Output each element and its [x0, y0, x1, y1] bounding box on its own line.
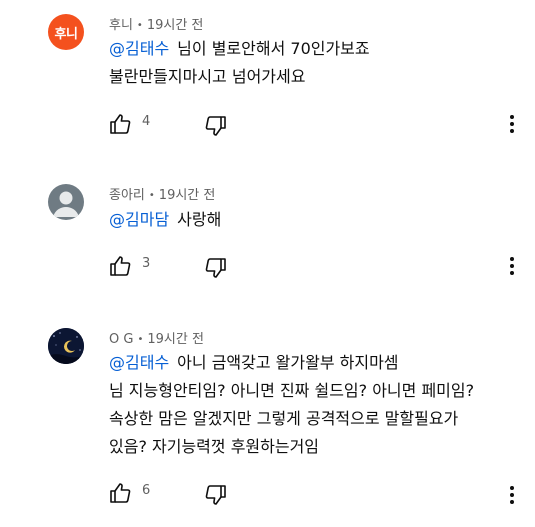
- comment-line-text: 님이 별로안해서 70인가보죠: [177, 39, 370, 58]
- more-vertical-icon: [510, 115, 514, 133]
- thumb-down-icon: [205, 116, 226, 136]
- thumb-up-icon: [110, 114, 131, 134]
- mention-link[interactable]: @김태수: [109, 39, 169, 58]
- comment-text: @김태수 님이 별로안해서 70인가보죠 불란만들지마시고 넘어가세요: [109, 35, 370, 91]
- thumb-down-icon: [205, 258, 226, 278]
- comment-line: 님 지능형안티임? 아니면 진짜 쉴드임? 아니면 페미임?: [109, 381, 475, 400]
- timestamp[interactable]: 19시간 전: [147, 332, 204, 347]
- author-name[interactable]: 종아리: [109, 188, 145, 203]
- dislike-button[interactable]: [204, 114, 228, 138]
- avatar[interactable]: [48, 328, 84, 364]
- comment-meta: 후니 • 19시간 전: [109, 14, 203, 33]
- author-name[interactable]: O G: [109, 332, 133, 347]
- comment-line: @김태수 아니 금액갖고 왈가왈부 하지마셈: [109, 349, 474, 377]
- timestamp[interactable]: 19시간 전: [147, 18, 204, 33]
- comment-meta: 종아리 • 19시간 전: [109, 184, 215, 203]
- separator-dot: •: [136, 20, 143, 31]
- more-options-button[interactable]: [500, 254, 524, 278]
- more-vertical-icon: [510, 257, 514, 275]
- comment-line: 있음? 자기능력껏 후원하는거임: [109, 437, 320, 456]
- comment-line-text: 사랑해: [177, 210, 222, 229]
- like-count: 6: [142, 483, 151, 498]
- thumb-up-icon: [110, 256, 131, 276]
- avatar-initials: 후니: [54, 26, 78, 42]
- comment-text: @김마담 사랑해: [109, 206, 221, 234]
- default-user-icon: [53, 191, 79, 217]
- thumb-up-icon: [110, 483, 131, 503]
- separator-dot: •: [137, 334, 144, 345]
- dislike-button[interactable]: [204, 483, 228, 507]
- more-vertical-icon: [510, 486, 514, 504]
- thumb-down-icon: [205, 485, 226, 505]
- avatar[interactable]: 후니: [48, 14, 84, 50]
- comment-line: @김태수 님이 별로안해서 70인가보죠: [109, 35, 370, 63]
- like-button[interactable]: [108, 112, 132, 136]
- like-button[interactable]: [108, 254, 132, 278]
- comment-meta: O G • 19시간 전: [109, 328, 204, 347]
- more-options-button[interactable]: [500, 112, 524, 136]
- like-count: 3: [142, 256, 151, 271]
- comment-line: 속상한 맘은 알겠지만 그렇게 공격적으로 말할필요가: [109, 409, 459, 428]
- night-moon-icon: [48, 328, 84, 364]
- like-button[interactable]: [108, 481, 132, 505]
- timestamp[interactable]: 19시간 전: [159, 188, 216, 203]
- author-name[interactable]: 후니: [109, 18, 133, 33]
- comment-line: @김마담 사랑해: [109, 206, 221, 234]
- more-options-button[interactable]: [500, 483, 524, 507]
- dislike-button[interactable]: [204, 256, 228, 280]
- mention-link[interactable]: @김마담: [109, 210, 169, 229]
- avatar[interactable]: [48, 184, 84, 220]
- comment-text: @김태수 아니 금액갖고 왈가왈부 하지마셈 님 지능형안티임? 아니면 진짜 쉴…: [109, 349, 474, 461]
- like-count: 4: [142, 114, 151, 129]
- comment-line: 불란만들지마시고 넘어가세요: [109, 67, 306, 86]
- separator-dot: •: [148, 190, 155, 201]
- comment-line-text: 아니 금액갖고 왈가왈부 하지마셈: [177, 353, 399, 372]
- mention-link[interactable]: @김태수: [109, 353, 169, 372]
